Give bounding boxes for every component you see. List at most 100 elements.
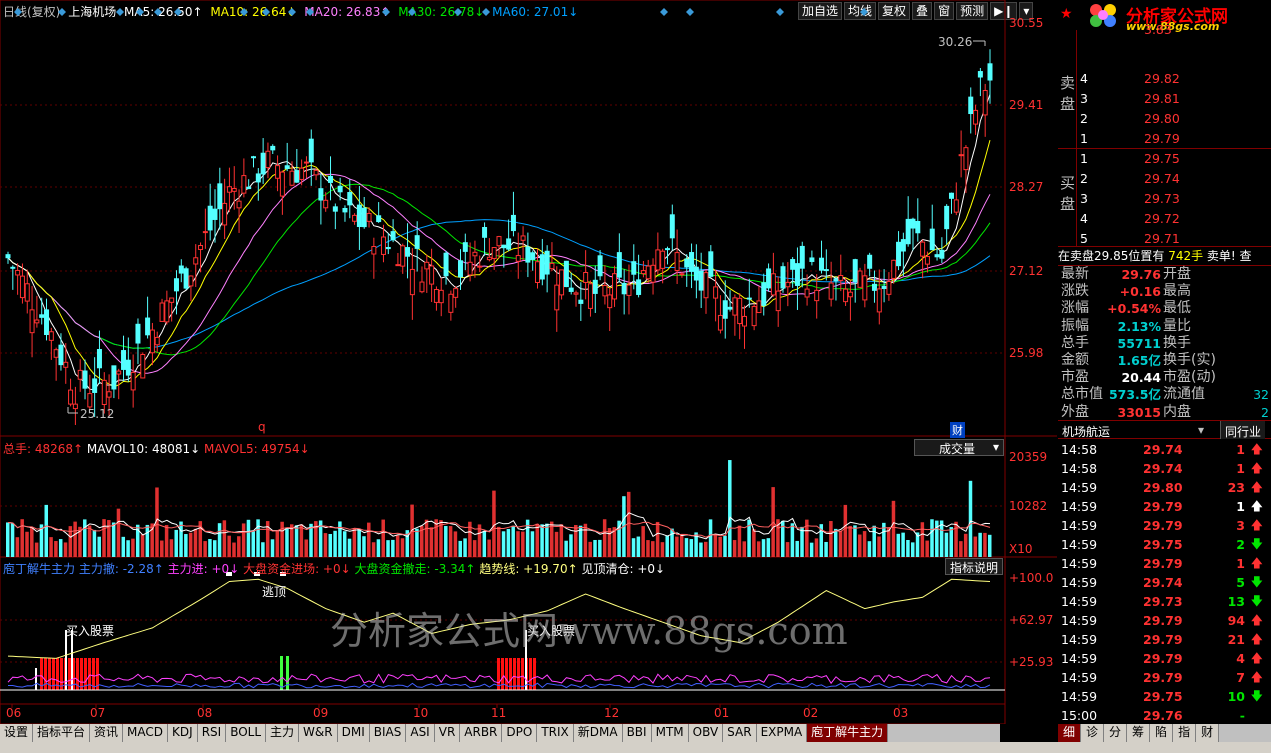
quote-value: 1.65亿	[1117, 353, 1161, 368]
tab-bbi[interactable]: BBI	[622, 724, 652, 742]
peer-button[interactable]: 同行业	[1220, 421, 1266, 439]
event-marker-q[interactable]: q	[258, 420, 266, 434]
signal-diamond	[116, 8, 124, 16]
candle-body	[140, 353, 146, 379]
quote-row: 涨跌 +0.16 最高	[1058, 283, 1271, 300]
right-tab[interactable]: 分	[1104, 724, 1128, 742]
volume-bar	[708, 519, 713, 557]
right-tab[interactable]: 诊	[1081, 724, 1105, 742]
candle-body	[385, 246, 391, 250]
candle-body	[217, 183, 223, 210]
level-index: 3	[1080, 191, 1088, 206]
tab-dpo[interactable]: DPO	[502, 724, 538, 742]
tab-expma[interactable]: EXPMA	[756, 724, 808, 742]
volume-bar	[896, 533, 901, 557]
candle-body	[708, 251, 714, 277]
buy-level-row[interactable]: 3 29.73	[1058, 189, 1271, 208]
buy-level-row[interactable]: 5 29.71	[1058, 229, 1271, 248]
sell-level-row[interactable]: 3 29.81	[1058, 89, 1271, 108]
candle-body	[934, 254, 940, 258]
volume-bar	[545, 523, 549, 557]
ma30-line	[7, 183, 991, 356]
tab-dmi[interactable]: DMI	[337, 724, 370, 742]
arrow-up-icon: 🡅	[1250, 480, 1263, 494]
volume-bar	[968, 480, 973, 557]
candle-body	[82, 370, 88, 389]
buy-level-row[interactable]: 2 29.74	[1058, 169, 1271, 188]
candle-body	[958, 154, 964, 157]
buy-level-row[interactable]: 4 29.72	[1058, 209, 1271, 228]
volume-indicator-dropdown[interactable]: 成交量 ▾	[914, 439, 1004, 456]
tick-row: 14:59 29.80 23 🡅	[1058, 478, 1271, 497]
industry-name[interactable]: 机场航运	[1062, 423, 1110, 440]
candle-body	[713, 286, 719, 299]
volume-bar	[25, 531, 29, 557]
volume-bar	[814, 538, 819, 557]
tab-主力[interactable]: 主力	[266, 724, 300, 742]
tab-obv[interactable]: OBV	[688, 724, 724, 742]
tab-kdj[interactable]: KDJ	[168, 724, 198, 742]
candle-body	[429, 265, 435, 285]
sell-level-row[interactable]: 1 29.79	[1058, 129, 1271, 148]
indicator-explain-button[interactable]: 指标说明	[945, 558, 1003, 575]
finance-event-marker[interactable]: 财	[950, 422, 965, 438]
volume-bar	[636, 536, 641, 557]
candle-body	[953, 199, 959, 213]
right-tab[interactable]: 指	[1173, 724, 1197, 742]
candle-body	[891, 259, 897, 279]
tab-macd[interactable]: MACD	[123, 724, 169, 742]
tab-庖丁解牛主力[interactable]: 庖丁解牛主力	[807, 724, 889, 742]
candle-body	[202, 231, 208, 234]
tab-指标平台[interactable]: 指标平台	[33, 724, 91, 742]
indicator-name[interactable]: 庖丁解牛主力	[3, 562, 75, 576]
tab-arbr[interactable]: ARBR	[460, 724, 503, 742]
candle-body	[366, 212, 372, 222]
candle-body	[910, 218, 916, 229]
volume-bar	[848, 525, 852, 557]
tab-新dma[interactable]: 新DMA	[573, 724, 623, 742]
tick-volume: 21	[1227, 632, 1245, 647]
signal-diamond	[382, 8, 390, 16]
quote-key2: 最低	[1163, 300, 1191, 317]
volume-bar	[564, 540, 568, 557]
right-tab[interactable]: 财	[1196, 724, 1220, 742]
tab-设置[interactable]: 设置	[0, 724, 34, 742]
candle-body	[539, 254, 545, 280]
sell-level-row[interactable]: 4 29.82	[1058, 69, 1271, 88]
level-price: 29.74	[1144, 171, 1180, 186]
buy-level-row[interactable]: 1 29.75	[1058, 149, 1271, 168]
candle-body	[467, 261, 473, 276]
tab-vr[interactable]: VR	[434, 724, 461, 742]
tab-资讯[interactable]: 资讯	[90, 724, 124, 742]
candle-body	[63, 361, 69, 368]
tab-bias[interactable]: BIAS	[369, 724, 407, 742]
candle-body	[968, 96, 974, 115]
right-tab[interactable]: 细	[1058, 724, 1082, 742]
candle-body	[587, 283, 593, 309]
signal-diamond	[240, 8, 248, 16]
candlesticks	[5, 49, 993, 425]
tab-asi[interactable]: ASI	[406, 724, 435, 742]
order-notice[interactable]: 在卖盘29.85位置有 742手 卖单! 查	[1058, 247, 1271, 265]
sell-level-row[interactable]: 2 29.80	[1058, 109, 1271, 128]
tab-rsi[interactable]: RSI	[197, 724, 227, 742]
volume-bar	[164, 525, 169, 557]
candle-body	[626, 284, 632, 296]
tab-trix[interactable]: TRIX	[537, 724, 574, 742]
candle-body	[409, 268, 415, 296]
volume-bar	[838, 530, 843, 557]
candle-body	[130, 371, 136, 391]
candle-body	[457, 260, 463, 278]
candle-body	[39, 314, 45, 318]
volume-bar	[521, 531, 525, 557]
candle-body	[766, 268, 772, 289]
tab-boll[interactable]: BOLL	[226, 724, 267, 742]
quote-value: +0.16	[1119, 284, 1161, 300]
chevron-down-icon[interactable]: ▾	[1198, 423, 1204, 437]
tab-w&r[interactable]: W&R	[299, 724, 338, 742]
tab-sar[interactable]: SAR	[723, 724, 757, 742]
tab-mtm[interactable]: MTM	[651, 724, 689, 742]
right-tab[interactable]: 筹	[1127, 724, 1151, 742]
tick-list[interactable]: 14:58 29.74 1 🡅 14:58 29.74 1 🡅 14:59 29.80 23 🡅 14:…	[1058, 440, 1271, 724]
right-tab[interactable]: 陷	[1150, 724, 1174, 742]
